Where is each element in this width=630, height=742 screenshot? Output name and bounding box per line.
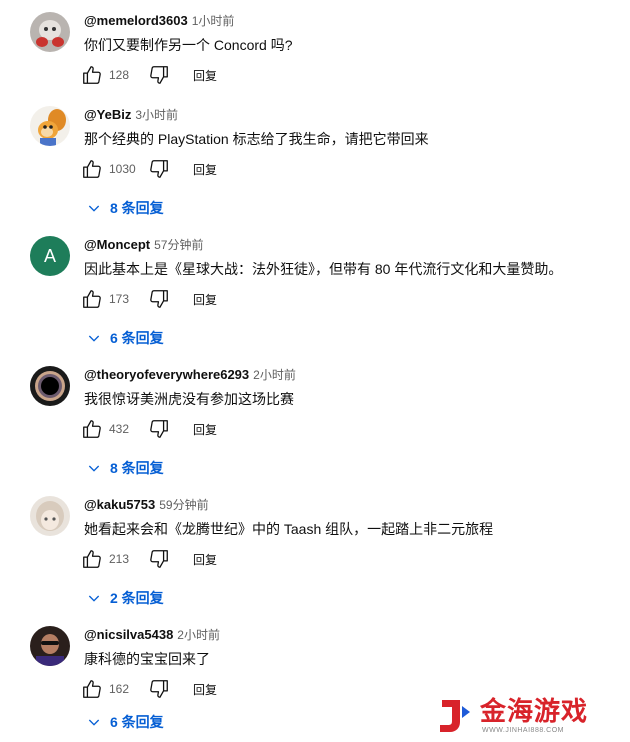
watermark-text: 金海游戏	[480, 696, 589, 726]
like-count: 162	[109, 682, 130, 696]
dislike-button[interactable]	[147, 157, 171, 181]
comment-actions: 128 回复	[80, 63, 217, 87]
view-replies-button[interactable]: 8 条回复	[86, 458, 164, 478]
avatar[interactable]	[30, 12, 70, 52]
reply-button[interactable]: 回复	[193, 161, 217, 178]
thumbs-up-icon	[83, 550, 101, 568]
dislike-button[interactable]	[147, 287, 171, 311]
chevron-down-icon	[88, 205, 100, 212]
comment-author[interactable]: @YeBiz	[84, 107, 131, 122]
comment-actions: 432 回复	[80, 417, 217, 441]
dislike-button[interactable]	[147, 547, 171, 571]
comment-text: 你们又要制作另一个 Concord 吗?	[84, 37, 293, 53]
avatar-letter: A	[43, 245, 56, 266]
comment-text: 因此基本上是《星球大战：法外狂徒》，但带有 80 年代流行文化和大量赞助。	[84, 261, 563, 277]
chevron-down-icon	[88, 719, 100, 726]
dislike-button[interactable]	[147, 63, 171, 87]
chevron-down-icon	[88, 465, 100, 472]
comment-text: 我很惊讶美洲虎没有参加这场比赛	[84, 391, 294, 407]
watermark-url: WWW.JINHAI888.COM	[482, 727, 565, 734]
dislike-button[interactable]	[147, 677, 171, 701]
avatar[interactable]: A	[30, 236, 70, 276]
reply-button[interactable]: 回复	[193, 681, 217, 698]
comment-time[interactable]: 57分钟前	[154, 238, 203, 252]
like-button[interactable]	[80, 417, 104, 441]
avatar[interactable]	[30, 366, 70, 406]
replies-count: 6 条回复	[110, 714, 164, 730]
comment-text: 她看起来会和《龙腾世纪》中的 Taash 组队，一起踏上非二元旅程	[84, 521, 494, 537]
replies-count: 6 条回复	[110, 330, 164, 346]
comment-actions: 213 回复	[80, 547, 217, 571]
comment-author[interactable]: @nicsilva5438	[84, 627, 173, 642]
comment-author[interactable]: @theoryofeverywhere6293	[84, 367, 249, 382]
comment-text: 那个经典的 PlayStation 标志给了我生命，请把它带回来	[84, 131, 429, 147]
avatar[interactable]	[30, 106, 70, 146]
like-button[interactable]	[80, 287, 104, 311]
avatar-image	[30, 12, 70, 52]
thumbs-up-icon	[83, 66, 101, 84]
like-button[interactable]	[80, 547, 104, 571]
thumbs-down-icon	[150, 160, 168, 178]
view-replies-button[interactable]: 2 条回复	[86, 588, 164, 608]
avatar-image	[30, 106, 70, 146]
chevron-down-icon	[88, 595, 100, 602]
like-button[interactable]	[80, 63, 104, 87]
avatar[interactable]	[30, 496, 70, 536]
comment-time[interactable]: 59分钟前	[159, 498, 208, 512]
like-count: 128	[109, 68, 130, 82]
comment-actions: 162 回复	[80, 677, 217, 701]
thumbs-up-icon	[83, 290, 101, 308]
dislike-button[interactable]	[147, 417, 171, 441]
like-count: 1030	[109, 162, 136, 176]
like-count: 173	[109, 292, 130, 306]
comment-actions: 1030 回复	[80, 157, 217, 181]
comment-time[interactable]: 3小时前	[135, 108, 178, 122]
like-button[interactable]	[80, 677, 104, 701]
replies-count: 8 条回复	[110, 460, 164, 476]
like-button[interactable]	[80, 157, 104, 181]
reply-button[interactable]: 回复	[193, 421, 217, 438]
thumbs-up-icon	[83, 680, 101, 698]
thumbs-down-icon	[150, 66, 168, 84]
comment-author[interactable]: @kaku5753	[84, 497, 155, 512]
comment-author[interactable]: @Moncept	[84, 237, 150, 252]
comment-time[interactable]: 2小时前	[253, 368, 296, 382]
avatar[interactable]	[30, 626, 70, 666]
comment-time[interactable]: 2小时前	[177, 628, 220, 642]
thumbs-down-icon	[150, 290, 168, 308]
reply-button[interactable]: 回复	[193, 291, 217, 308]
thumbs-down-icon	[150, 550, 168, 568]
like-count: 213	[109, 552, 130, 566]
avatar-image	[30, 496, 70, 536]
view-replies-button[interactable]: 6 条回复	[86, 712, 164, 732]
avatar-image	[30, 366, 70, 406]
reply-button[interactable]: 回复	[193, 67, 217, 84]
site-watermark-logo: 金海游戏 WWW.JINHAI888.COM	[438, 696, 608, 736]
avatar-image	[30, 626, 70, 666]
view-replies-button[interactable]: 8 条回复	[86, 198, 164, 218]
thumbs-up-icon	[83, 420, 101, 438]
thumbs-down-icon	[150, 680, 168, 698]
reply-button[interactable]: 回复	[193, 551, 217, 568]
comment-author[interactable]: @memelord3603	[84, 13, 188, 28]
replies-count: 8 条回复	[110, 200, 164, 216]
comment-text: 康科德的宝宝回来了	[84, 651, 210, 667]
view-replies-button[interactable]: 6 条回复	[86, 328, 164, 348]
chevron-down-icon	[88, 335, 100, 342]
like-count: 432	[109, 422, 130, 436]
comment-time[interactable]: 1小时前	[192, 14, 235, 28]
replies-count: 2 条回复	[110, 590, 164, 606]
thumbs-down-icon	[150, 420, 168, 438]
thumbs-up-icon	[83, 160, 101, 178]
comment-actions: 173 回复	[80, 287, 217, 311]
